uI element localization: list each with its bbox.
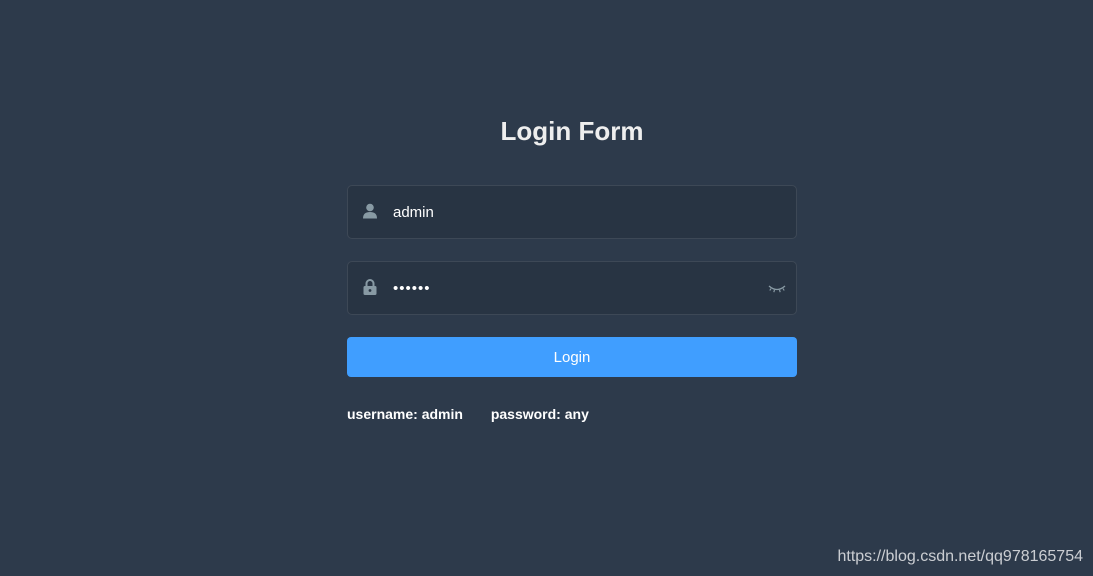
- username-tip: username: admin: [347, 406, 463, 422]
- lock-icon: [362, 279, 378, 295]
- password-tip: password: any: [490, 406, 589, 422]
- password-field: [347, 261, 797, 315]
- user-icon: [362, 203, 378, 219]
- login-page: Login Form admin •••••• Login username: …: [0, 0, 1093, 576]
- username-field: [347, 185, 797, 239]
- eye-closed-icon[interactable]: [768, 280, 786, 296]
- login-button[interactable]: Login: [347, 337, 797, 377]
- watermark: https://blog.csdn.net/qq978165754: [837, 548, 1083, 565]
- page-title: Login Form: [500, 116, 644, 146]
- password-input[interactable]: [393, 262, 753, 314]
- username-input[interactable]: [393, 186, 753, 238]
- login-tips: username: admin password: any: [347, 406, 797, 422]
